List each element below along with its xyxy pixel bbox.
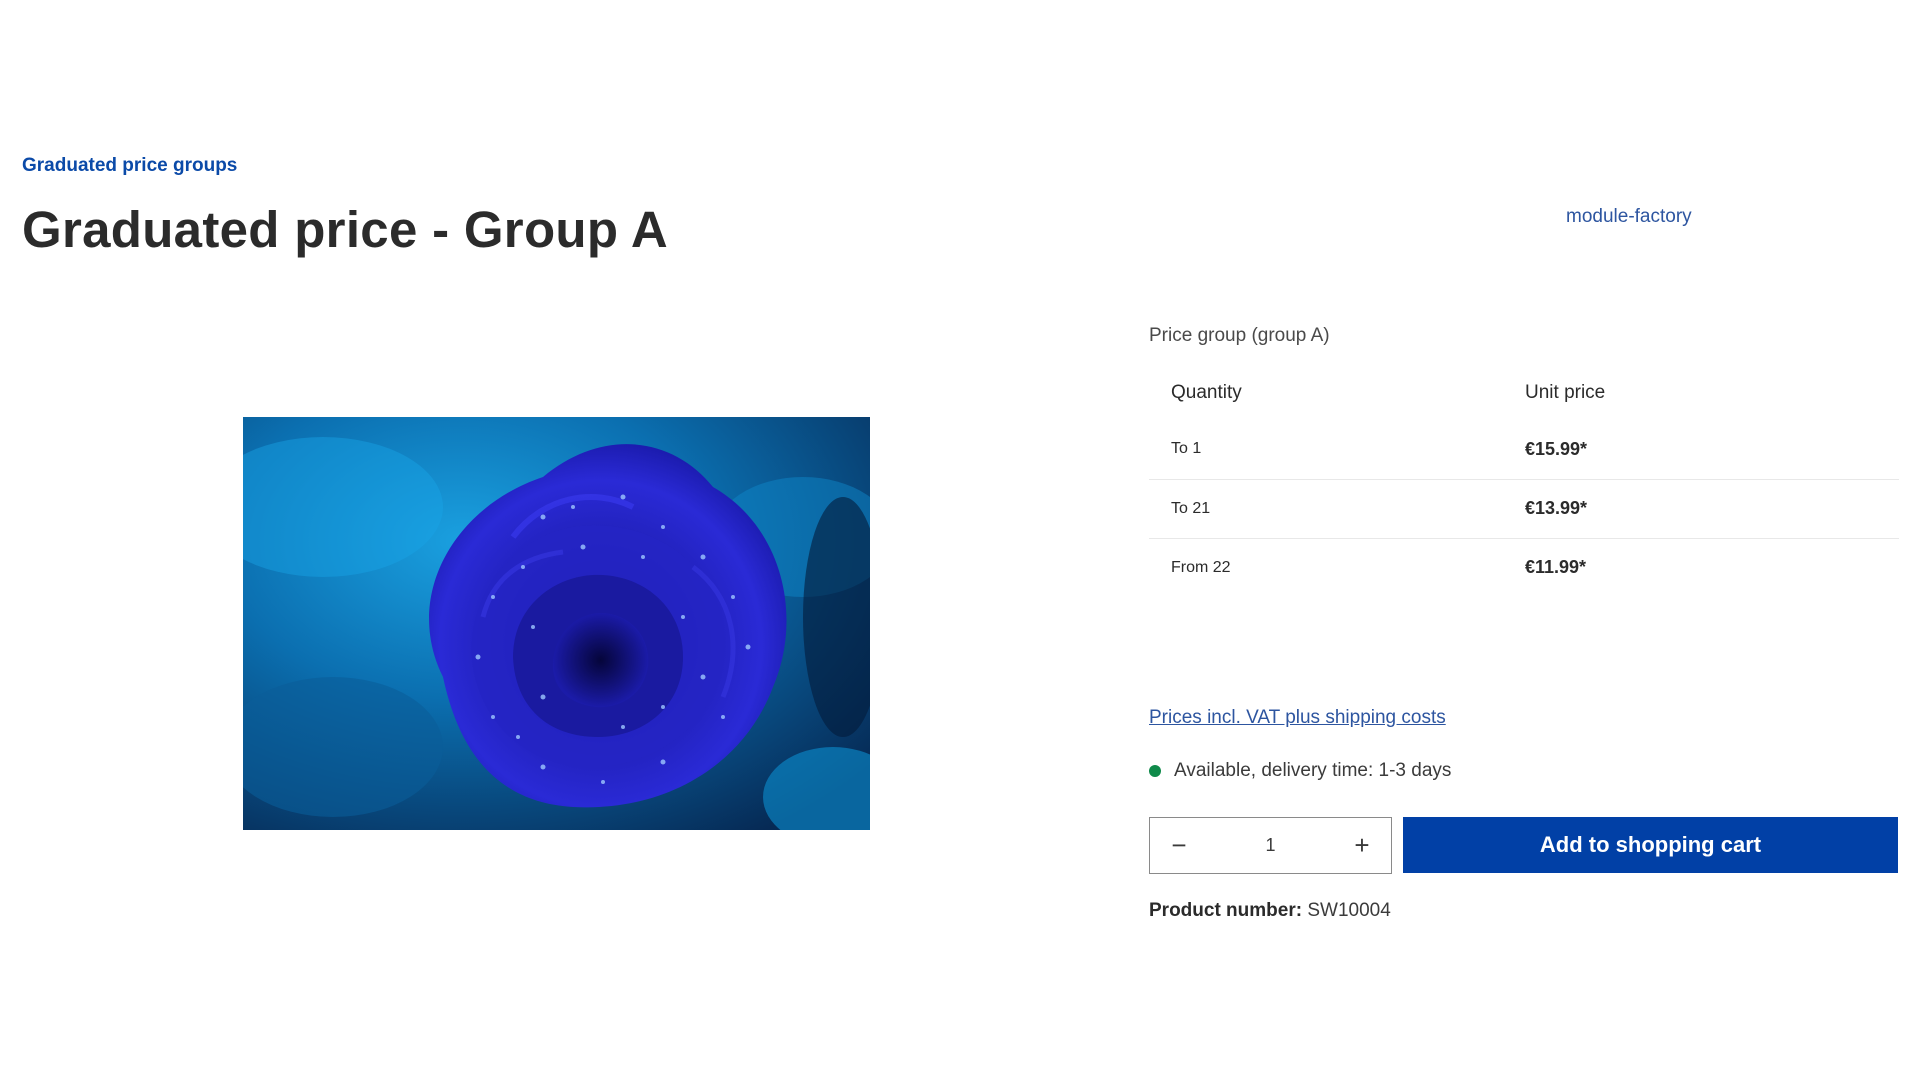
buy-box: Price group (group A) Quantity Unit pric…	[1149, 325, 1899, 921]
plus-icon[interactable]: +	[1333, 818, 1391, 873]
product-number-value: SW10004	[1307, 900, 1391, 921]
quantity-stepper: − +	[1149, 817, 1392, 874]
table-row: To 1 €15.99*	[1149, 420, 1899, 479]
availability-status-dot	[1149, 765, 1161, 777]
add-to-cart-button[interactable]: Add to shopping cart	[1403, 817, 1898, 873]
product-number: Product number: SW10004	[1149, 900, 1391, 922]
blue-rose-image	[243, 417, 870, 830]
price-table-header-row: Quantity Unit price	[1149, 365, 1899, 420]
product-title: Graduated price - Group A	[22, 201, 669, 258]
product-detail-page: Graduated price groups Graduated price -…	[0, 0, 1920, 1080]
quantity-cell: From 22	[1149, 537, 1503, 597]
unit-price-cell: €13.99*	[1503, 478, 1899, 538]
product-number-label: Product number:	[1149, 900, 1303, 921]
graduated-price-table: Quantity Unit price To 1 €15.99* To 21 €…	[1149, 365, 1899, 597]
breadcrumb-category-link[interactable]: Graduated price groups	[22, 155, 237, 177]
price-group-label: Price group (group A)	[1149, 325, 1330, 346]
delivery-information: Available, delivery time: 1-3 days	[1149, 760, 1451, 782]
quantity-input[interactable]	[1215, 825, 1326, 866]
quantity-cell: To 1	[1171, 440, 1202, 458]
product-image[interactable]	[243, 417, 870, 830]
manufacturer-link[interactable]: module-factory	[1566, 206, 1692, 228]
unit-price-column-header: Unit price	[1525, 381, 1606, 403]
unit-price-cell: €15.99*	[1525, 438, 1588, 459]
delivery-text: Available, delivery time: 1-3 days	[1174, 760, 1452, 781]
quantity-cell: To 21	[1149, 478, 1503, 538]
table-row: To 21 €13.99*	[1149, 478, 1899, 538]
vat-shipping-link[interactable]: Prices incl. VAT plus shipping costs	[1149, 707, 1446, 729]
unit-price-cell: €11.99*	[1503, 537, 1899, 597]
minus-icon[interactable]: −	[1150, 818, 1208, 873]
table-row: From 22 €11.99*	[1149, 537, 1899, 597]
quantity-column-header: Quantity	[1171, 381, 1242, 403]
